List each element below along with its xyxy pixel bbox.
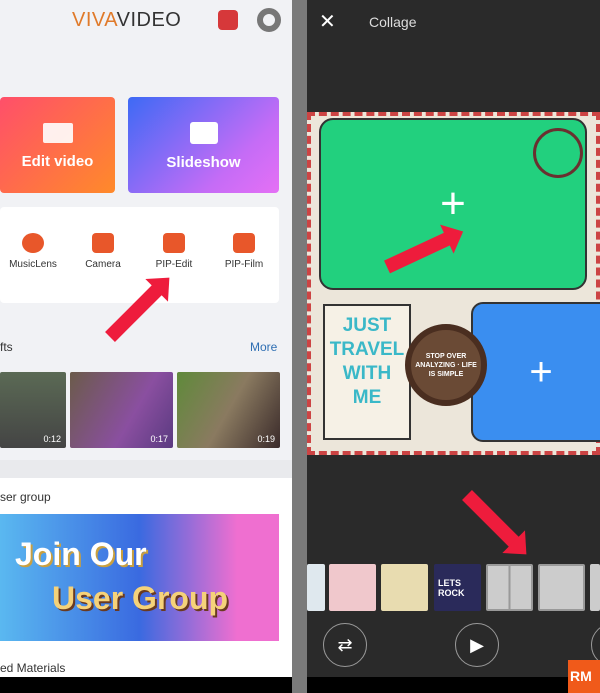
section-divider xyxy=(0,460,292,478)
collage-canvas: + JUST TRAVEL WITH ME + STOP OVER ANALYZ… xyxy=(307,112,600,455)
edit-video-button[interactable]: Edit video xyxy=(0,97,115,193)
template-thumbnail[interactable] xyxy=(307,564,325,611)
music-icon xyxy=(22,233,44,253)
collage-screen: ✕ Collage + JUST TRAVEL WITH ME + STOP O… xyxy=(307,0,600,693)
wheel-text: STOP OVER ANALYZING · LIFE IS SIMPLE xyxy=(415,352,477,378)
materials-title: ed Materials xyxy=(0,661,66,675)
video-thumbnail[interactable]: 0:17 xyxy=(70,372,173,448)
close-icon[interactable]: ✕ xyxy=(319,9,336,34)
vivavideo-home-screen: VIVAVIDEO Edit video Slideshow MusicLens… xyxy=(0,0,292,693)
collage-text-sticker: JUST TRAVEL WITH ME xyxy=(323,304,411,440)
video-thumbnail[interactable]: 0:12 xyxy=(0,372,66,448)
pip-film-icon xyxy=(233,233,255,253)
watermark-logo: RM xyxy=(568,660,600,693)
template-thumbnail[interactable] xyxy=(381,564,428,611)
ship-wheel-sticker: STOP OVER ANALYZING · LIFE IS SIMPLE xyxy=(405,324,487,406)
vivavideo-logo: VIVAVIDEO xyxy=(72,9,182,31)
stamp-icon xyxy=(533,128,583,178)
play-icon[interactable]: ▶ xyxy=(455,623,499,667)
tools-panel: MusicLens Camera PIP-Edit PIP-Film xyxy=(0,207,279,303)
slideshow-icon xyxy=(189,122,218,144)
template-thumbnail[interactable]: LETS ROCK xyxy=(434,564,481,611)
video-thumbnail[interactable]: 0:19 xyxy=(177,372,280,448)
more-link[interactable]: More xyxy=(250,340,277,354)
blue-photo-slot[interactable]: + xyxy=(471,302,600,442)
gift-icon[interactable] xyxy=(218,10,238,30)
pip-edit-icon xyxy=(163,233,185,253)
screen-divider xyxy=(292,0,307,693)
tool-pip-film[interactable]: PIP-Film xyxy=(209,233,279,270)
film-icon xyxy=(42,123,73,143)
gifts-section-title: fts xyxy=(0,340,13,354)
tool-camera[interactable]: Camera xyxy=(68,233,138,270)
template-thumbnail[interactable] xyxy=(329,564,376,611)
user-group-title: ser group xyxy=(0,490,51,504)
system-nav-bar xyxy=(0,677,292,693)
template-thumbnail[interactable] xyxy=(486,564,533,611)
template-thumbnail[interactable] xyxy=(538,564,585,611)
user-group-banner[interactable]: Join Our User Group xyxy=(0,514,279,641)
red-arrow-annotation xyxy=(462,490,522,550)
template-thumbnail[interactable] xyxy=(590,564,600,611)
add-icon: + xyxy=(529,349,553,394)
camera-icon xyxy=(92,233,114,253)
tool-pip-edit[interactable]: PIP-Edit xyxy=(139,233,209,270)
system-nav-bar xyxy=(307,677,600,693)
gear-icon[interactable] xyxy=(257,8,281,32)
tool-musiclens[interactable]: MusicLens xyxy=(0,233,68,270)
slideshow-button[interactable]: Slideshow xyxy=(128,97,279,193)
swap-icon[interactable]: ⇄ xyxy=(323,623,367,667)
screen-title: Collage xyxy=(369,14,417,30)
